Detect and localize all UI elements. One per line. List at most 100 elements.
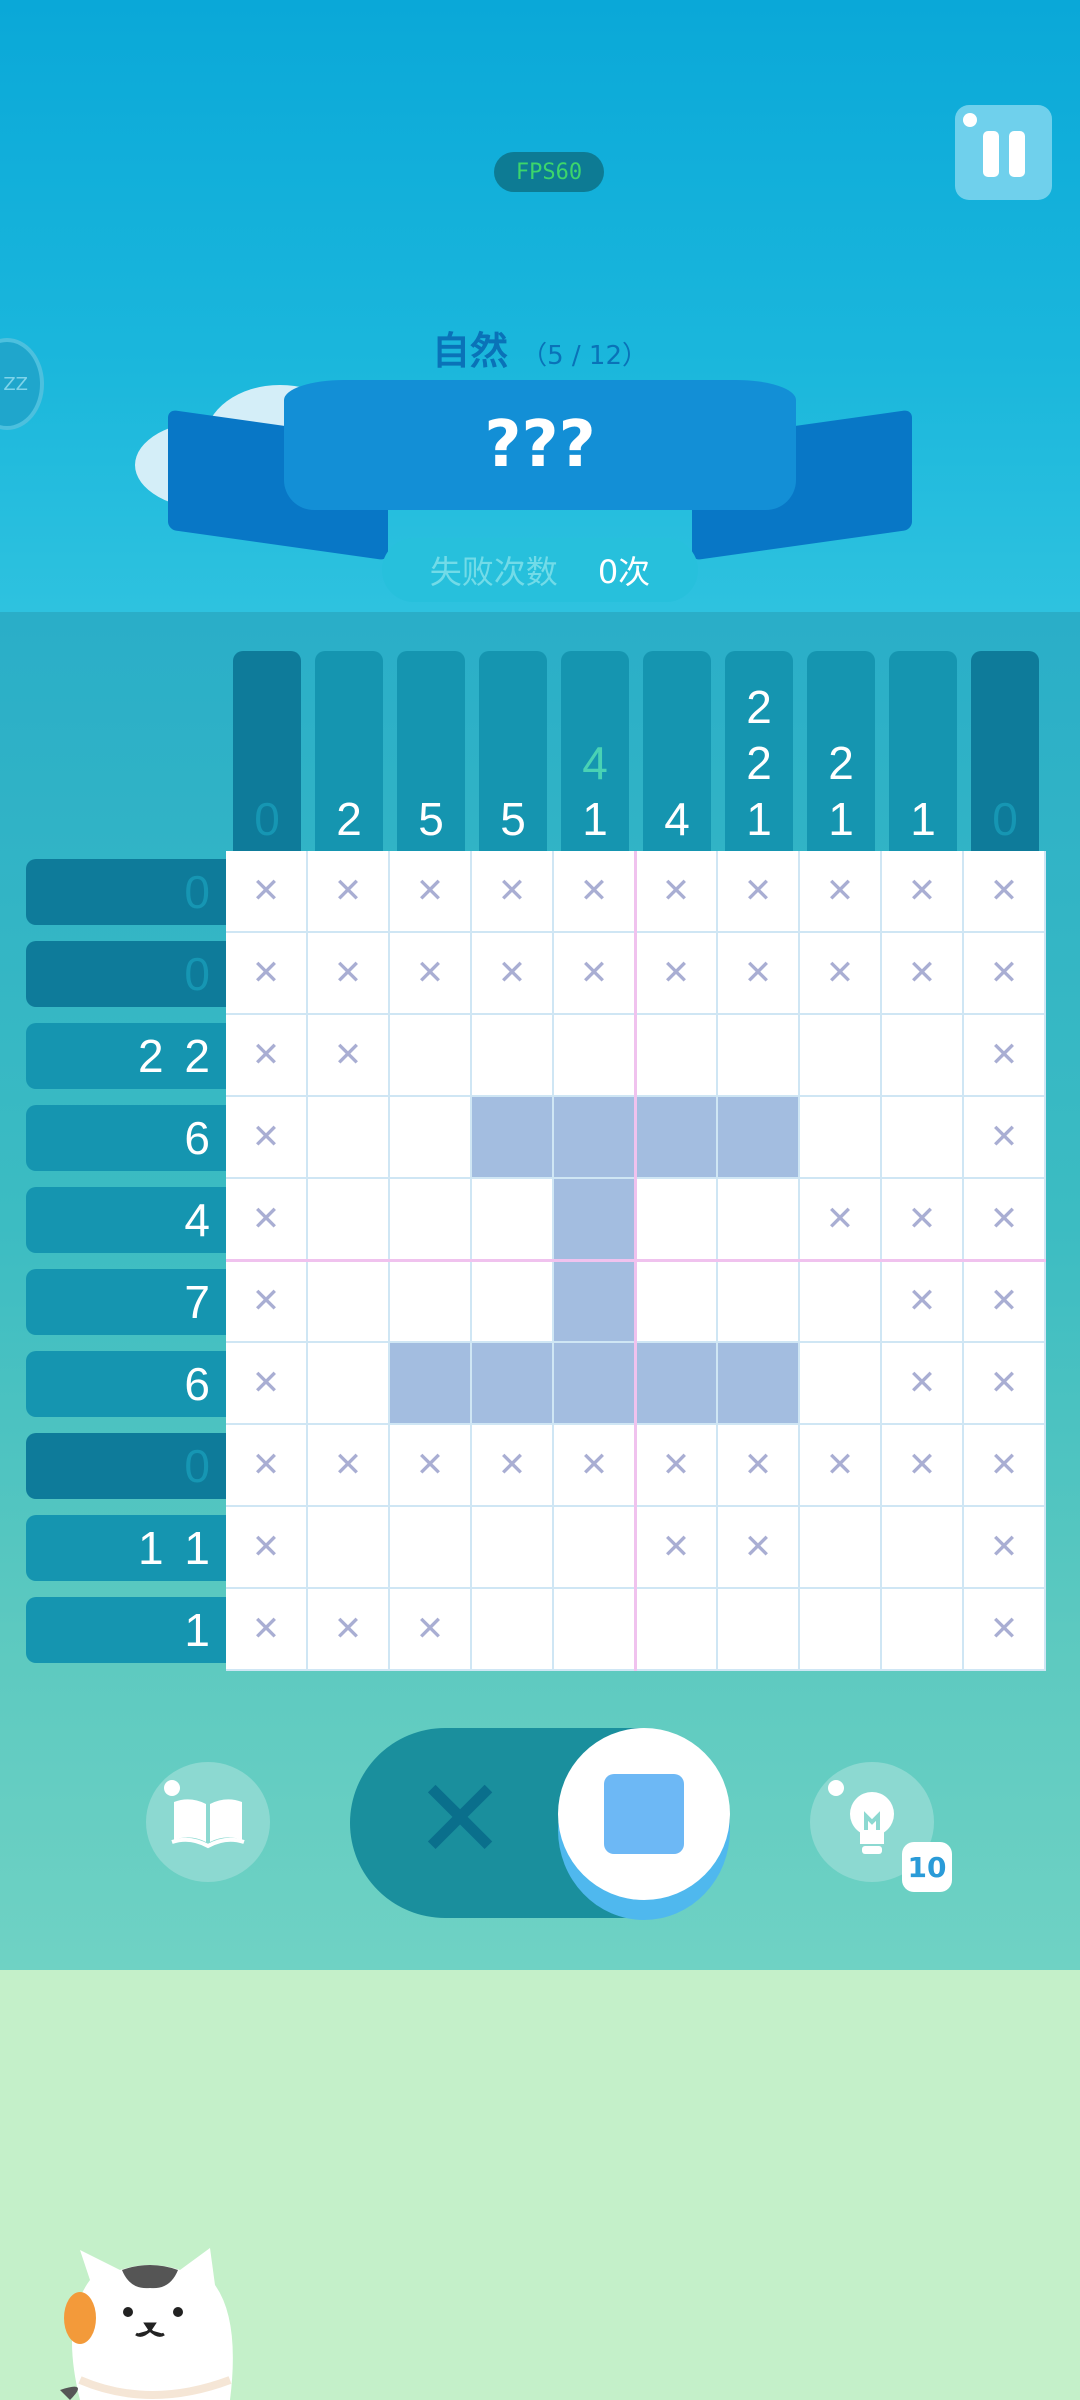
cross-mode-icon[interactable]: ✕: [414, 1764, 506, 1874]
grid-cell-crossed[interactable]: ✕: [226, 1589, 308, 1671]
grid-cell-crossed[interactable]: ✕: [964, 1425, 1046, 1507]
grid-cell-crossed[interactable]: ✕: [964, 1589, 1046, 1671]
pause-button[interactable]: [955, 105, 1052, 200]
grid-cell-crossed[interactable]: ✕: [882, 1343, 964, 1425]
grid-cell-crossed[interactable]: ✕: [882, 1425, 964, 1507]
grid-cell-empty[interactable]: [390, 1179, 472, 1261]
grid-cell-crossed[interactable]: ✕: [554, 851, 636, 933]
grid-cell-crossed[interactable]: ✕: [308, 851, 390, 933]
grid-cell-crossed[interactable]: ✕: [308, 933, 390, 1015]
grid-cell-crossed[interactable]: ✕: [636, 1507, 718, 1589]
grid-cell-crossed[interactable]: ✕: [882, 1261, 964, 1343]
grid-cell-filled[interactable]: [472, 1097, 554, 1179]
grid-cell-filled[interactable]: [718, 1097, 800, 1179]
grid-cell-empty[interactable]: [308, 1097, 390, 1179]
fill-mode-knob[interactable]: [558, 1728, 730, 1900]
grid-cell-crossed[interactable]: ✕: [308, 1015, 390, 1097]
grid-cell-empty[interactable]: [472, 1015, 554, 1097]
grid-cell-crossed[interactable]: ✕: [964, 933, 1046, 1015]
grid-cell-crossed[interactable]: ✕: [964, 1179, 1046, 1261]
grid-cell-empty[interactable]: [390, 1261, 472, 1343]
grid-cell-empty[interactable]: [882, 1097, 964, 1179]
grid-cell-crossed[interactable]: ✕: [718, 851, 800, 933]
grid-cell-crossed[interactable]: ✕: [390, 1425, 472, 1507]
grid-cell-empty[interactable]: [800, 1015, 882, 1097]
grid-cell-crossed[interactable]: ✕: [882, 851, 964, 933]
grid-cell-empty[interactable]: [636, 1589, 718, 1671]
grid-cell-crossed[interactable]: ✕: [226, 1179, 308, 1261]
grid-cell-crossed[interactable]: ✕: [718, 933, 800, 1015]
grid-cell-empty[interactable]: [472, 1589, 554, 1671]
grid-cell-crossed[interactable]: ✕: [472, 933, 554, 1015]
grid-cell-crossed[interactable]: ✕: [390, 851, 472, 933]
grid-cell-crossed[interactable]: ✕: [226, 933, 308, 1015]
grid-cell-empty[interactable]: [718, 1179, 800, 1261]
grid-cell-empty[interactable]: [472, 1261, 554, 1343]
grid-cell-filled[interactable]: [554, 1343, 636, 1425]
grid-cell-crossed[interactable]: ✕: [554, 933, 636, 1015]
grid-cell-crossed[interactable]: ✕: [472, 1425, 554, 1507]
grid-cell-crossed[interactable]: ✕: [964, 1507, 1046, 1589]
grid-cell-crossed[interactable]: ✕: [226, 1425, 308, 1507]
grid-cell-empty[interactable]: [636, 1261, 718, 1343]
grid-cell-crossed[interactable]: ✕: [308, 1589, 390, 1671]
grid-cell-empty[interactable]: [882, 1589, 964, 1671]
grid-cell-empty[interactable]: [308, 1343, 390, 1425]
grid-cell-crossed[interactable]: ✕: [226, 1261, 308, 1343]
grid-cell-crossed[interactable]: ✕: [554, 1425, 636, 1507]
grid-cell-crossed[interactable]: ✕: [964, 1097, 1046, 1179]
grid-cell-empty[interactable]: [554, 1507, 636, 1589]
grid-cell-crossed[interactable]: ✕: [800, 1425, 882, 1507]
grid-cell-empty[interactable]: [800, 1343, 882, 1425]
grid-cell-crossed[interactable]: ✕: [882, 933, 964, 1015]
grid-cell-empty[interactable]: [390, 1015, 472, 1097]
grid-cell-crossed[interactable]: ✕: [964, 1015, 1046, 1097]
rules-book-button[interactable]: [146, 1762, 270, 1882]
grid-cell-empty[interactable]: [800, 1589, 882, 1671]
grid-cell-empty[interactable]: [800, 1097, 882, 1179]
puzzle-grid[interactable]: ✕ ✕ ✕ ✕ ✕ ✕ ✕ ✕ ✕ ✕ ✕ ✕ ✕ ✕ ✕ ✕ ✕ ✕ ✕ ✕ ✕ ✕ ✕ ✕ ✕ ✕ ✕ ✕ ✕ ✕ ✕ ✕ ✕ ✕ ✕ ✕ ✕ ✕ ✕ ✕…: [226, 851, 1046, 1671]
grid-cell-empty[interactable]: [636, 1015, 718, 1097]
grid-cell-empty[interactable]: [882, 1015, 964, 1097]
grid-cell-crossed[interactable]: ✕: [226, 1097, 308, 1179]
grid-cell-crossed[interactable]: ✕: [882, 1179, 964, 1261]
grid-cell-crossed[interactable]: ✕: [964, 1343, 1046, 1425]
grid-cell-crossed[interactable]: ✕: [226, 1507, 308, 1589]
grid-cell-crossed[interactable]: ✕: [390, 933, 472, 1015]
grid-cell-filled[interactable]: [472, 1343, 554, 1425]
grid-cell-crossed[interactable]: ✕: [964, 851, 1046, 933]
grid-cell-empty[interactable]: [882, 1507, 964, 1589]
grid-cell-filled[interactable]: [390, 1343, 472, 1425]
grid-cell-empty[interactable]: [390, 1507, 472, 1589]
grid-cell-crossed[interactable]: ✕: [226, 851, 308, 933]
grid-cell-crossed[interactable]: ✕: [226, 1343, 308, 1425]
grid-cell-crossed[interactable]: ✕: [226, 1015, 308, 1097]
grid-cell-empty[interactable]: [308, 1179, 390, 1261]
grid-cell-empty[interactable]: [554, 1015, 636, 1097]
grid-cell-empty[interactable]: [718, 1589, 800, 1671]
grid-cell-crossed[interactable]: ✕: [636, 1425, 718, 1507]
grid-cell-empty[interactable]: [718, 1015, 800, 1097]
grid-cell-crossed[interactable]: ✕: [718, 1507, 800, 1589]
grid-cell-crossed[interactable]: ✕: [718, 1425, 800, 1507]
grid-cell-crossed[interactable]: ✕: [472, 851, 554, 933]
grid-cell-filled[interactable]: [554, 1097, 636, 1179]
grid-cell-filled[interactable]: [554, 1261, 636, 1343]
grid-cell-crossed[interactable]: ✕: [390, 1589, 472, 1671]
grid-cell-filled[interactable]: [718, 1343, 800, 1425]
grid-cell-empty[interactable]: [390, 1097, 472, 1179]
grid-cell-empty[interactable]: [308, 1507, 390, 1589]
grid-cell-empty[interactable]: [308, 1261, 390, 1343]
grid-cell-empty[interactable]: [472, 1507, 554, 1589]
grid-cell-empty[interactable]: [554, 1589, 636, 1671]
grid-cell-empty[interactable]: [636, 1179, 718, 1261]
grid-cell-empty[interactable]: [718, 1261, 800, 1343]
grid-cell-crossed[interactable]: ✕: [800, 1179, 882, 1261]
grid-cell-empty[interactable]: [800, 1507, 882, 1589]
grid-cell-crossed[interactable]: ✕: [636, 851, 718, 933]
grid-cell-crossed[interactable]: ✕: [964, 1261, 1046, 1343]
grid-cell-empty[interactable]: [472, 1179, 554, 1261]
grid-cell-empty[interactable]: [800, 1261, 882, 1343]
grid-cell-crossed[interactable]: ✕: [800, 933, 882, 1015]
grid-cell-filled[interactable]: [636, 1343, 718, 1425]
